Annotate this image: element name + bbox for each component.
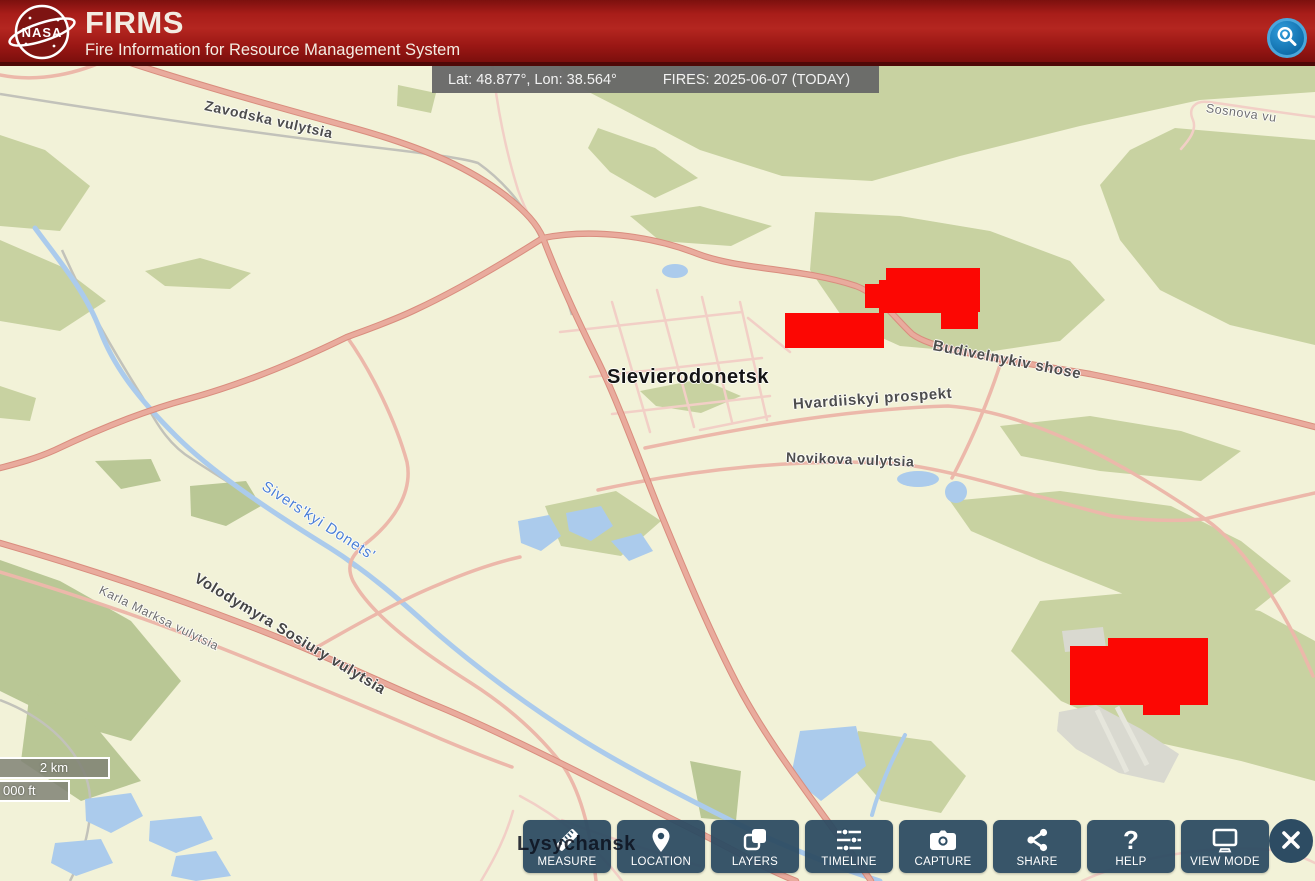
measure-button-label: MEASURE xyxy=(538,856,597,868)
svg-text:NASA: NASA xyxy=(22,25,63,40)
layers-button[interactable]: LAYERS xyxy=(711,820,799,873)
question-icon: ? xyxy=(1117,825,1145,855)
timeline-button[interactable]: TIMELINE xyxy=(805,820,893,873)
nasa-logo[interactable]: NASA xyxy=(8,2,84,67)
fire-detection-polygon xyxy=(785,313,884,348)
help-button-label: HELP xyxy=(1115,856,1146,868)
view-mode-button-label: VIEW MODE xyxy=(1190,856,1260,868)
layers-button-label: LAYERS xyxy=(732,856,778,868)
capture-button[interactable]: CAPTURE xyxy=(899,820,987,873)
ruler-icon xyxy=(552,825,582,855)
share-button[interactable]: SHARE xyxy=(993,820,1081,873)
view-mode-button[interactable]: VIEW MODE xyxy=(1181,820,1269,873)
title-block: FIRMS Fire Information for Resource Mana… xyxy=(85,7,460,60)
close-icon xyxy=(1279,828,1303,855)
status-bar: Lat: 48.877°, Lon: 38.564° FIRES: 2025-0… xyxy=(432,66,879,93)
share-icon xyxy=(1023,825,1051,855)
monitor-icon xyxy=(1210,825,1240,855)
close-toolbar-button[interactable] xyxy=(1269,819,1313,863)
app-subtitle: Fire Information for Resource Management… xyxy=(85,41,460,60)
fires-date-readout: FIRES: 2025-06-07 (TODAY) xyxy=(663,72,850,88)
capture-button-label: CAPTURE xyxy=(914,856,971,868)
map-pin-icon xyxy=(648,825,674,855)
sliders-icon xyxy=(834,825,864,855)
scale-bar-imperial: 000 ft xyxy=(0,780,70,802)
fire-detection-polygon xyxy=(1070,638,1208,715)
share-button-label: SHARE xyxy=(1016,856,1057,868)
svg-text:?: ? xyxy=(1123,826,1139,854)
app-header: NASA FIRMS Fire Information for Resource… xyxy=(0,0,1315,66)
coordinates-readout: Lat: 48.877°, Lon: 38.564° xyxy=(448,72,617,88)
map-canvas[interactable]: Sievierodonetsk Lysychansk Zavodska vuly… xyxy=(0,0,1315,881)
search-location-icon xyxy=(1275,25,1299,52)
help-button[interactable]: ? HELP xyxy=(1087,820,1175,873)
search-button[interactable] xyxy=(1267,18,1307,58)
location-button[interactable]: LOCATION xyxy=(617,820,705,873)
bottom-toolbar: MEASURE LOCATION LAYERS xyxy=(523,820,1269,873)
layers-icon xyxy=(741,825,769,855)
scale-control: 2 km 000 ft xyxy=(0,757,110,802)
scale-bar-metric: 2 km xyxy=(0,757,110,779)
timeline-button-label: TIMELINE xyxy=(821,856,876,868)
measure-button[interactable]: MEASURE xyxy=(523,820,611,873)
camera-icon xyxy=(929,825,957,855)
location-button-label: LOCATION xyxy=(631,856,691,868)
app-title: FIRMS xyxy=(85,7,460,39)
